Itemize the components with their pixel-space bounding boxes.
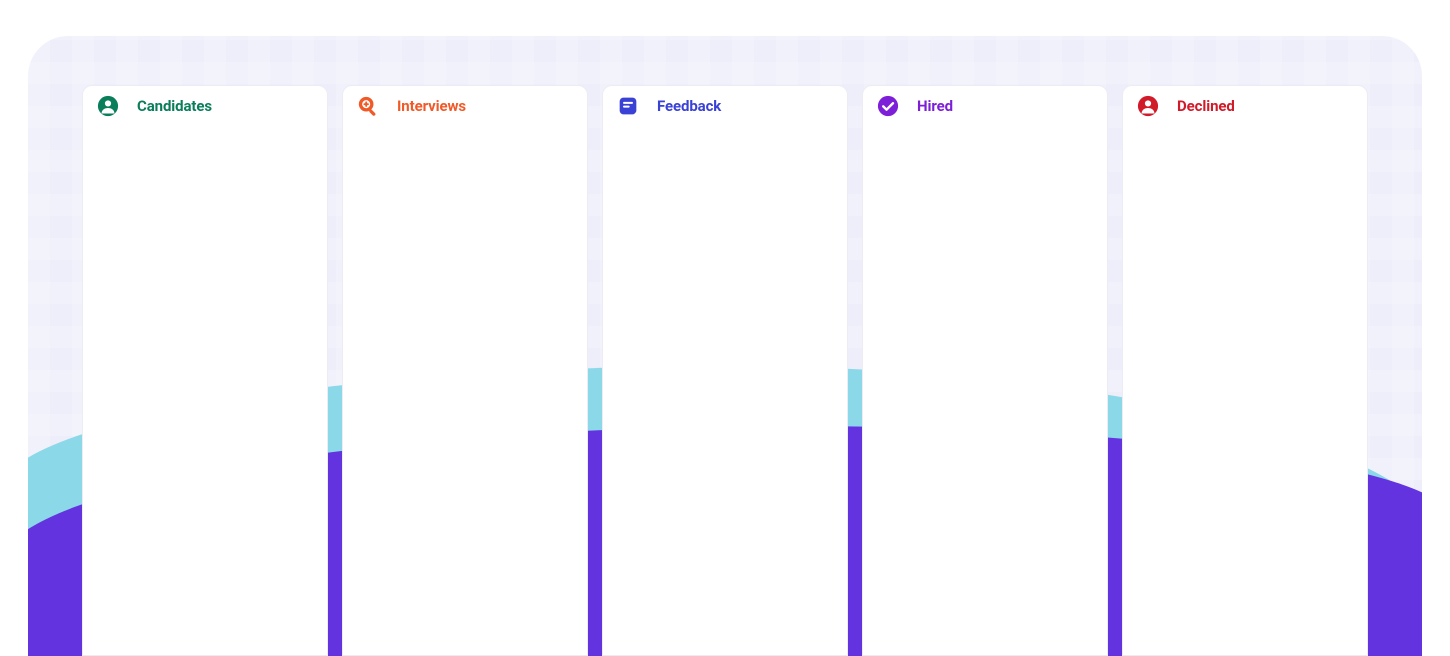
person-circle-icon — [97, 95, 119, 117]
note-icon — [617, 95, 639, 117]
kanban-board: Candidates Interviews — [82, 85, 1368, 656]
check-circle-icon — [877, 95, 899, 117]
column-header-feedback: Feedback — [603, 86, 847, 126]
person-circle-icon — [1137, 95, 1159, 117]
column-header-candidates: Candidates — [83, 86, 327, 126]
column-feedback[interactable]: Feedback — [602, 85, 848, 656]
column-title-candidates: Candidates — [137, 97, 212, 115]
column-interviews[interactable]: Interviews — [342, 85, 588, 656]
board-container: Candidates Interviews — [28, 36, 1422, 656]
column-title-interviews: Interviews — [397, 97, 466, 115]
column-header-interviews: Interviews — [343, 86, 587, 126]
column-header-hired: Hired — [863, 86, 1107, 126]
magnify-plus-icon — [357, 95, 379, 117]
column-header-declined: Declined — [1123, 86, 1367, 126]
column-declined[interactable]: Declined — [1122, 85, 1368, 656]
column-hired[interactable]: Hired — [862, 85, 1108, 656]
column-title-feedback: Feedback — [657, 97, 721, 115]
column-candidates[interactable]: Candidates — [82, 85, 328, 656]
column-title-hired: Hired — [917, 97, 953, 115]
column-title-declined: Declined — [1177, 97, 1235, 115]
